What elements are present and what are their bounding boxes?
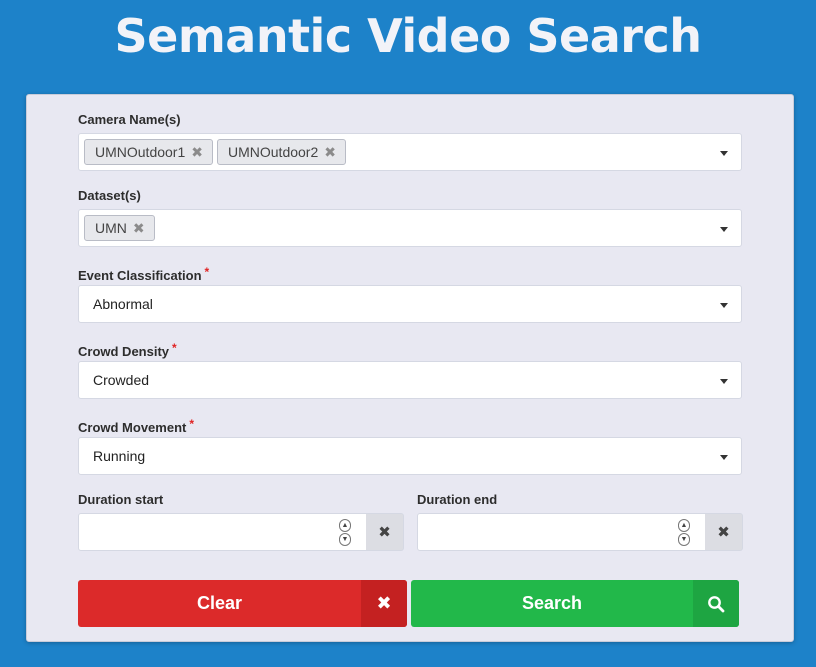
chevron-down-icon[interactable]: [720, 151, 728, 156]
duration-start-clear-button[interactable]: ✖: [366, 513, 404, 551]
event-classification-select[interactable]: Abnormal: [78, 285, 742, 323]
chip-umnoutdoor2: UMNOutdoor2 ✖: [217, 139, 346, 165]
camera-multiselect[interactable]: UMNOutdoor1 ✖ UMNOutdoor2 ✖: [78, 133, 742, 171]
duration-start-label: Duration start: [78, 492, 164, 507]
page-title: Semantic Video Search: [114, 9, 702, 63]
crowd-density-label: Crowd Density *: [78, 341, 177, 359]
chevron-down-icon[interactable]: [720, 227, 728, 232]
remove-chip-icon[interactable]: ✖: [191, 145, 203, 159]
crowd-movement-select[interactable]: Running: [78, 437, 742, 475]
selected-value: Crowded: [93, 372, 150, 388]
clear-button-label: Clear: [196, 593, 243, 613]
crowd-movement-label: Crowd Movement *: [78, 417, 195, 435]
search-button-label: Search: [521, 593, 583, 613]
search-icon: [693, 580, 739, 627]
duration-end-input[interactable]: [418, 514, 705, 550]
remove-chip-icon[interactable]: ✖: [324, 145, 336, 159]
required-marker: *: [172, 341, 177, 355]
chevron-down-icon[interactable]: [720, 455, 728, 460]
dataset-multiselect[interactable]: UMN ✖: [78, 209, 742, 247]
remove-chip-icon[interactable]: ✖: [133, 221, 145, 235]
required-marker: *: [204, 265, 210, 279]
duration-start-input[interactable]: [79, 514, 366, 550]
spin-down-icon[interactable]: ▼: [339, 533, 351, 546]
camera-label: Camera Name(s): [78, 112, 181, 127]
duration-start-field: ▲ ▼: [78, 513, 367, 551]
chip-umn: UMN ✖: [84, 215, 155, 241]
close-icon: ✖: [361, 580, 407, 627]
number-spinner: ▲ ▼: [678, 519, 690, 546]
spin-up-icon[interactable]: ▲: [339, 519, 351, 532]
selected-value: Running: [93, 448, 146, 464]
required-marker: *: [189, 417, 195, 431]
duration-end-clear-button[interactable]: ✖: [705, 513, 743, 551]
duration-end-field: ▲ ▼: [417, 513, 706, 551]
search-icon-svg: [708, 595, 725, 612]
number-spinner: ▲ ▼: [339, 519, 351, 546]
event-classification-label: Event Classification *: [78, 265, 210, 283]
crowd-density-select[interactable]: Crowded: [78, 361, 742, 399]
chip-umnoutdoor1: UMNOutdoor1 ✖: [84, 139, 213, 165]
selected-value: Abnormal: [93, 296, 153, 312]
clear-button[interactable]: Clear ✖: [78, 580, 407, 627]
search-form-panel: Camera Name(s) UMNOutdoor1 ✖ UMNOutdoor2…: [26, 94, 794, 642]
chevron-down-icon[interactable]: [720, 379, 728, 384]
duration-end-label: Duration end: [417, 492, 498, 507]
close-icon: ✖: [717, 524, 730, 541]
spin-down-icon[interactable]: ▼: [678, 533, 690, 546]
spin-up-icon[interactable]: ▲: [678, 519, 690, 532]
chevron-down-icon[interactable]: [720, 303, 728, 308]
close-icon: ✖: [378, 524, 391, 541]
dataset-label: Dataset(s): [78, 188, 141, 203]
search-button[interactable]: Search: [411, 580, 739, 627]
